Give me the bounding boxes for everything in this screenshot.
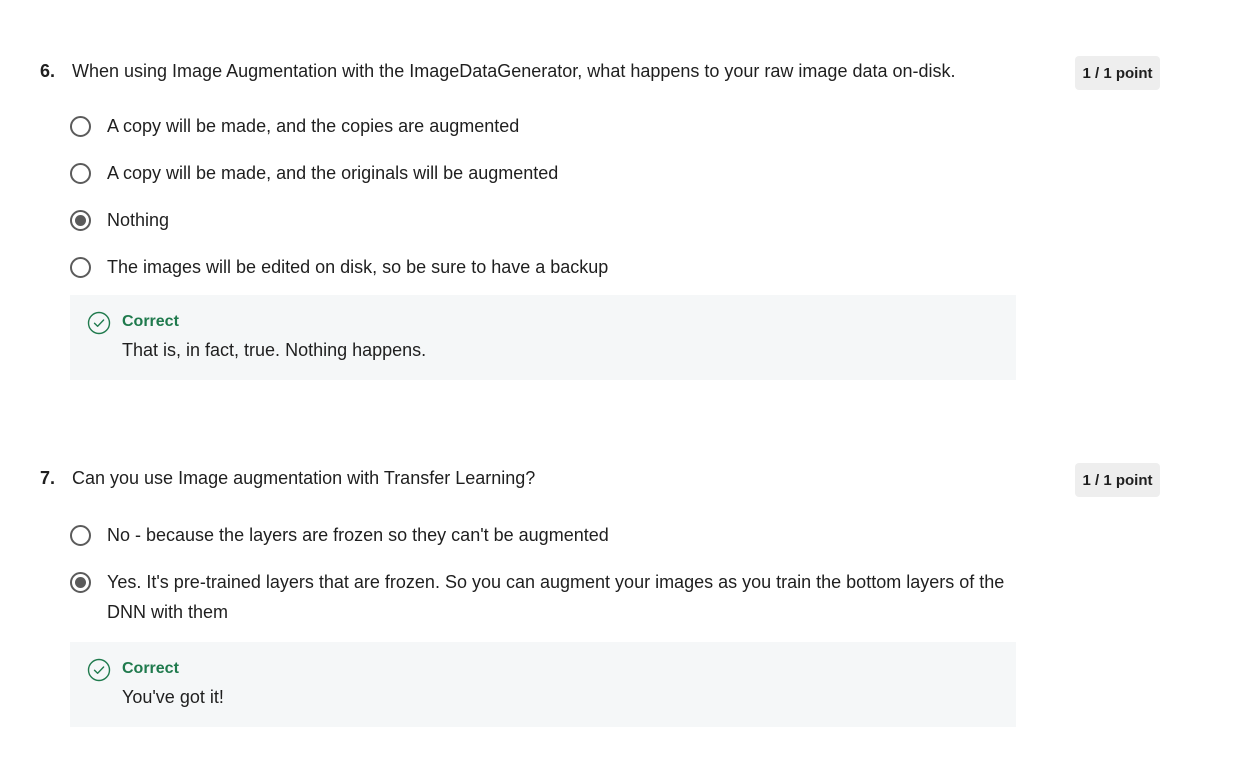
- check-circle-icon: [87, 311, 111, 335]
- answer-option[interactable]: Yes. It's pre-trained layers that are fr…: [70, 570, 1020, 627]
- feedback-text: You've got it!: [122, 687, 224, 707]
- radio-unselected-icon[interactable]: [70, 116, 91, 137]
- question-header: 6. When using Image Augmentation with th…: [0, 56, 1238, 90]
- feedback-panel: Correct You've got it!: [70, 642, 1016, 727]
- feedback-text: That is, in fact, true. Nothing happens.: [122, 340, 427, 360]
- answer-option-label: A copy will be made, and the originals w…: [107, 163, 559, 183]
- answer-option[interactable]: Nothing: [70, 208, 1020, 235]
- radio-unselected-icon[interactable]: [70, 525, 91, 546]
- radio-unselected-icon[interactable]: [70, 163, 91, 184]
- radio-selected-icon[interactable]: [70, 210, 91, 231]
- answer-option-label: Yes. It's pre-trained layers that are fr…: [107, 572, 1005, 622]
- question-text: Can you use Image augmentation with Tran…: [72, 468, 536, 488]
- answer-option-label: The images will be edited on disk, so be…: [107, 257, 609, 277]
- feedback-panel: Correct That is, in fact, true. Nothing …: [70, 295, 1016, 380]
- points-badge: 1 / 1 point: [1075, 463, 1160, 497]
- radio-selected-icon[interactable]: [70, 572, 91, 593]
- question-number: 7.: [40, 468, 56, 488]
- answer-option-label: Nothing: [107, 210, 170, 230]
- question-text: When using Image Augmentation with the I…: [72, 61, 956, 81]
- question-header: 7. Can you use Image augmentation with T…: [0, 463, 1238, 497]
- check-circle-icon: [87, 658, 111, 682]
- feedback-title: Correct: [122, 660, 179, 677]
- answer-options: A copy will be made, and the copies are …: [70, 114, 1020, 302]
- answer-option[interactable]: A copy will be made, and the copies are …: [70, 114, 1020, 141]
- answer-option[interactable]: A copy will be made, and the originals w…: [70, 161, 1020, 188]
- answer-option[interactable]: No - because the layers are frozen so th…: [70, 523, 1020, 550]
- question-number: 6.: [40, 61, 56, 81]
- answer-option-label: No - because the layers are frozen so th…: [107, 525, 609, 545]
- question-7: 7. Can you use Image augmentation with T…: [0, 463, 1238, 727]
- answer-option[interactable]: The images will be edited on disk, so be…: [70, 255, 1020, 282]
- radio-unselected-icon[interactable]: [70, 257, 91, 278]
- question-6: 6. When using Image Augmentation with th…: [0, 56, 1238, 380]
- answer-option-label: A copy will be made, and the copies are …: [107, 116, 520, 136]
- points-badge: 1 / 1 point: [1075, 56, 1160, 90]
- feedback-title: Correct: [122, 313, 179, 330]
- answer-options: No - because the layers are frozen so th…: [70, 523, 1020, 647]
